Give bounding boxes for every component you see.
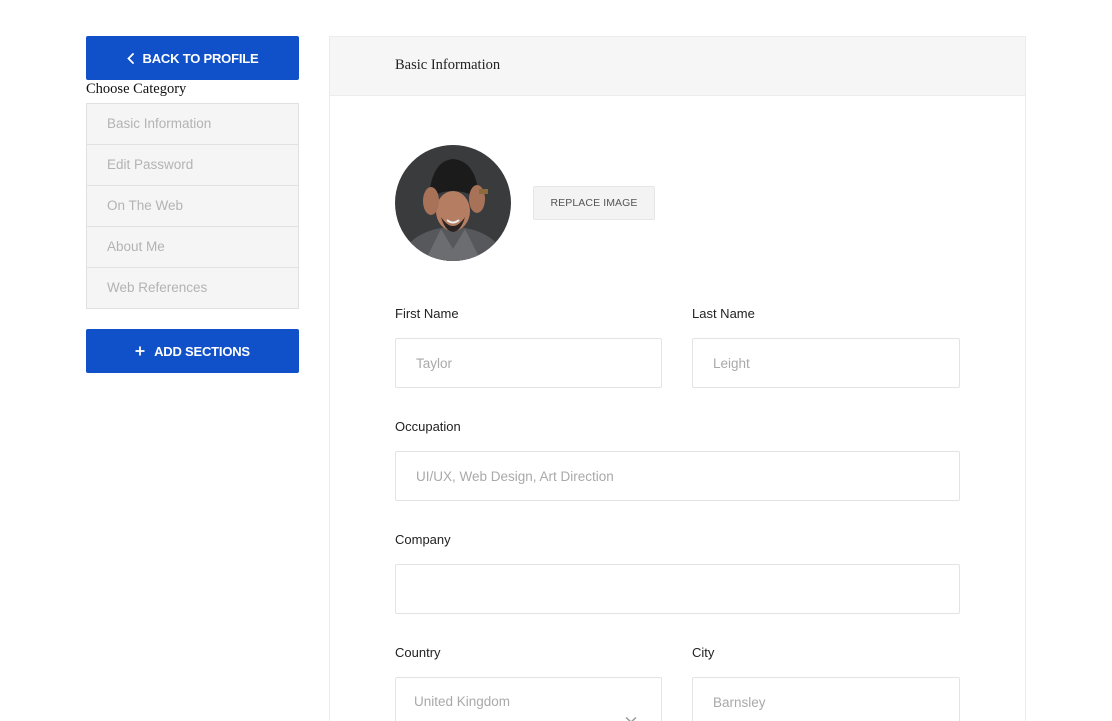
company-label: Company: [395, 532, 451, 547]
occupation-label: Occupation: [395, 419, 461, 434]
occupation-input[interactable]: [395, 451, 960, 501]
panel-title: Basic Information: [330, 37, 1025, 96]
category-web-references[interactable]: Web References: [87, 268, 298, 308]
add-sections-label: ADD SECTIONS: [154, 343, 250, 359]
country-selected-value: United Kingdom: [414, 694, 511, 709]
add-sections-button[interactable]: ADD SECTIONS: [86, 329, 299, 373]
sidebar: BACK TO PROFILE Choose Category Basic In…: [86, 36, 299, 373]
city-label: City: [692, 645, 715, 660]
city-input[interactable]: [692, 677, 960, 721]
chevron-left-icon: [126, 52, 134, 64]
category-edit-password[interactable]: Edit Password: [87, 145, 298, 186]
back-to-profile-button[interactable]: BACK TO PROFILE: [86, 36, 299, 80]
back-to-profile-label: BACK TO PROFILE: [142, 50, 259, 66]
basic-information-panel: Basic Information REPLACE IMAGE First Na…: [329, 36, 1026, 721]
plus-icon: [135, 346, 145, 356]
last-name-input[interactable]: [692, 338, 960, 388]
company-input[interactable]: [395, 564, 960, 614]
category-on-the-web[interactable]: On The Web: [87, 186, 298, 227]
replace-image-button[interactable]: REPLACE IMAGE: [533, 186, 655, 220]
first-name-label: First Name: [395, 306, 459, 321]
category-basic-information[interactable]: Basic Information: [87, 104, 298, 145]
last-name-label: Last Name: [692, 306, 755, 321]
country-select[interactable]: United Kingdom: [395, 677, 662, 721]
category-list: Basic Information Edit Password On The W…: [86, 103, 299, 309]
country-label: Country: [395, 645, 441, 660]
first-name-input[interactable]: [395, 338, 662, 388]
choose-category-heading: Choose Category: [86, 81, 187, 97]
category-about-me[interactable]: About Me: [87, 227, 298, 268]
chevron-down-icon: [625, 696, 637, 721]
profile-avatar: [395, 145, 511, 261]
